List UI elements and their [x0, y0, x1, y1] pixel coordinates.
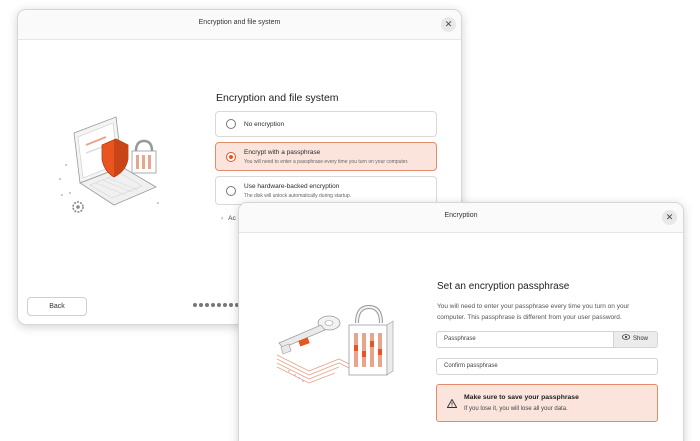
close-icon: ✕ — [665, 212, 674, 222]
progress-dot — [217, 303, 221, 307]
option-encrypt-passphrase[interactable]: Encrypt with a passphrase You will need … — [215, 142, 437, 171]
confirm-placeholder: Confirm passphrase — [444, 363, 498, 369]
option-no-encryption[interactable]: No encryption — [215, 111, 437, 137]
page-heading: Encryption and file system — [216, 92, 339, 104]
progress-dot — [199, 303, 203, 307]
titlebar: Encryption and file system ✕ — [18, 10, 461, 40]
option-label: Use hardware-backed encryption — [244, 183, 340, 190]
close-button[interactable]: ✕ — [441, 17, 456, 32]
eye-icon — [621, 332, 631, 347]
option-hardware-encryption[interactable]: Use hardware-backed encryption The disk … — [215, 176, 437, 205]
laptop-shield-lock-illustration — [59, 116, 159, 213]
warning-text: If you lose it, you will lose all your d… — [464, 406, 568, 412]
progress-dot — [193, 303, 197, 307]
passphrase-placeholder: Passphrase — [444, 336, 476, 342]
window-title: Encryption — [444, 212, 478, 219]
option-label: Encrypt with a passphrase — [244, 149, 321, 156]
option-description: You will need to enter a passphrase ever… — [244, 159, 409, 165]
advanced-features-expander[interactable]: › Ac — [221, 215, 236, 222]
window-title: Encryption and file system — [198, 19, 281, 26]
back-button[interactable]: Back — [27, 297, 87, 316]
progress-dot — [205, 303, 209, 307]
progress-dot — [211, 303, 215, 307]
titlebar: Encryption ✕ — [239, 203, 683, 233]
warning-title: Make sure to save your passphrase — [464, 394, 579, 401]
passphrase-field[interactable]: Passphrase Show — [436, 331, 658, 348]
radio-button[interactable] — [226, 186, 236, 196]
warning-box: Make sure to save your passphrase If you… — [436, 384, 658, 422]
advanced-label: Ac — [228, 215, 236, 222]
close-button[interactable]: ✕ — [662, 210, 677, 225]
page-heading: Set an encryption passphrase — [437, 281, 570, 292]
option-description: The disk will unlock automatically durin… — [244, 193, 351, 199]
close-icon: ✕ — [444, 19, 453, 29]
confirm-passphrase-field[interactable]: Confirm passphrase — [436, 358, 658, 375]
page-description: You will need to enter your passphrase e… — [437, 303, 630, 321]
radio-button[interactable] — [226, 119, 236, 129]
encryption-passphrase-window: Encryption ✕ Set an encryption passphras… — [238, 202, 684, 441]
show-label: Show — [633, 336, 649, 342]
option-label: No encryption — [244, 121, 285, 128]
show-passphrase-button[interactable]: Show — [613, 332, 657, 347]
radio-button-selected[interactable] — [226, 152, 236, 162]
progress-dot — [223, 303, 227, 307]
warning-icon — [446, 395, 458, 413]
key-padlock-illustration — [276, 304, 394, 384]
chevron-right-icon: › — [221, 215, 224, 222]
progress-dot — [229, 303, 233, 307]
